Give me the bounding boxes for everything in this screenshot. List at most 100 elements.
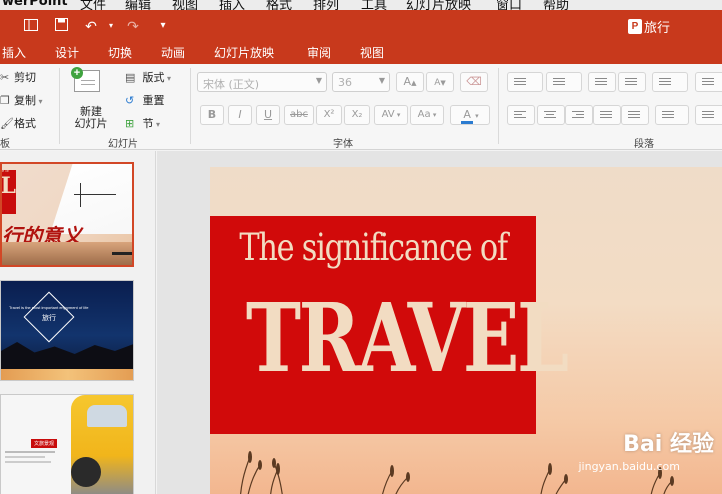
font-group-label: 字体 [333, 139, 353, 150]
slide-title: TRAVEL [245, 283, 569, 394]
change-case-label: Aa [417, 109, 431, 120]
menu-help[interactable]: 帮助 [543, 0, 569, 10]
slide-thumbnail-1[interactable]: L e of 行的意义 [0, 162, 134, 267]
document-icon: P [628, 19, 642, 34]
grow-font-label: A [403, 75, 412, 88]
menu-window[interactable]: 窗口 [496, 0, 522, 10]
tab-animations[interactable]: 动画 [161, 44, 185, 61]
section-icon: ⊞ [125, 117, 135, 130]
menu-arrange[interactable]: 排列 [313, 0, 339, 10]
justify-button[interactable] [593, 105, 621, 125]
font-color-button[interactable]: A ▾ [450, 105, 490, 125]
font-name-select[interactable]: 宋体 (正文) ▼ [197, 72, 327, 92]
slide-subtitle: The significance of [239, 226, 508, 269]
align-right-button[interactable] [565, 105, 593, 125]
thumb3-badge: 文旅景观 [31, 439, 58, 448]
columns-button[interactable] [695, 72, 722, 92]
align-left-icon [514, 111, 526, 120]
save-icon[interactable] [50, 16, 72, 36]
increase-indent-button[interactable] [618, 72, 646, 92]
chevron-down-icon: ▼ [378, 76, 385, 85]
eraser-icon: ⌫ [466, 75, 482, 88]
slide-thumbnail-3[interactable]: 文旅景观 [0, 394, 134, 494]
tab-slideshow[interactable]: 幻灯片放映 [214, 44, 274, 61]
subscript-button[interactable]: X₂ [344, 105, 370, 125]
change-case-button[interactable]: Aa ▾ [410, 105, 444, 125]
outdent-icon [595, 78, 607, 87]
menu-bar: werPoint 文件 编辑 视图 插入 格式 排列 工具 幻灯片放映 窗口 帮… [0, 0, 722, 10]
line-spacing-button[interactable] [652, 72, 688, 92]
font-color-label: A [461, 108, 473, 124]
font-size-select[interactable]: 36 ▼ [332, 72, 390, 92]
tab-transitions[interactable]: 切换 [108, 44, 132, 61]
tab-review[interactable]: 审阅 [307, 44, 331, 61]
copy-label: 复制 [14, 94, 36, 107]
menu-file[interactable]: 文件 [80, 0, 106, 10]
format-painter-button[interactable]: 🖌格式 [0, 115, 36, 131]
menu-app-name[interactable]: werPoint [2, 0, 68, 9]
undo-icon[interactable]: ↶ [80, 16, 102, 36]
brush-icon: 🖌 [0, 117, 14, 130]
bullet-list-icon [514, 78, 526, 87]
superscript-button[interactable]: X² [316, 105, 342, 125]
new-slide-button[interactable]: + 新建 幻灯片 [68, 67, 114, 132]
shrink-font-button[interactable]: A▼ [426, 72, 454, 92]
align-center-icon [544, 111, 556, 120]
layout-button[interactable]: ▤ 版式 ▾ [125, 69, 171, 85]
italic-button[interactable]: I [228, 105, 252, 125]
align-left-button[interactable] [507, 105, 535, 125]
numbered-list-icon [553, 78, 565, 87]
char-spacing-label: AV [381, 109, 395, 120]
tab-design[interactable]: 设计 [55, 44, 79, 61]
copy-button[interactable]: ❐ 复制 ▾ [0, 92, 43, 108]
align-text-button[interactable] [695, 105, 722, 125]
new-slide-icon: + [71, 67, 100, 92]
menu-insert[interactable]: 插入 [219, 0, 245, 10]
align-text-icon [702, 111, 714, 120]
undo-dropdown-icon[interactable]: ▾ [100, 16, 122, 36]
align-right-icon [572, 111, 584, 120]
numbering-button[interactable] [546, 72, 582, 92]
font-size-value: 36 [338, 76, 352, 89]
slide-thumbnail-2[interactable]: Travel is the most important enjoyment o… [0, 280, 134, 381]
reset-icon: ↺ [125, 94, 135, 107]
justify-icon [600, 111, 612, 120]
thumb1-letter: L [0, 173, 16, 199]
grow-font-button[interactable]: A▲ [396, 72, 424, 92]
slide-thumbnail-pane: L e of 行的意义 Travel is the most important… [0, 151, 156, 494]
bold-button[interactable]: B [200, 105, 224, 125]
underline-button[interactable]: U [256, 105, 280, 125]
customize-toolbar-icon[interactable]: ▾ [152, 16, 174, 36]
strikethrough-button[interactable]: abc [284, 105, 314, 125]
tab-insert[interactable]: 插入 [2, 44, 26, 61]
char-spacing-button[interactable]: AV ▾ [374, 105, 408, 125]
title-bar: ↶ ▾ ↷ ▾ P 旅行 [0, 10, 722, 40]
menu-edit[interactable]: 编辑 [125, 0, 151, 10]
reset-label: 重置 [142, 94, 165, 107]
powerpoint-window: werPoint 文件 编辑 视图 插入 格式 排列 工具 幻灯片放映 窗口 帮… [0, 0, 722, 494]
tab-view[interactable]: 视图 [360, 44, 384, 61]
decrease-indent-button[interactable] [588, 72, 616, 92]
scissors-icon: ✂ [0, 71, 10, 84]
clear-formatting-button[interactable]: ⌫ [460, 72, 488, 92]
cut-button[interactable]: ✂ 剪切 [0, 69, 36, 85]
bullets-button[interactable] [507, 72, 543, 92]
text-direction-button[interactable] [655, 105, 689, 125]
sidebar-toggle-icon[interactable] [20, 16, 42, 36]
distributed-icon [628, 111, 640, 120]
menu-format[interactable]: 格式 [266, 0, 292, 10]
redo-icon[interactable]: ↷ [122, 16, 144, 36]
section-button[interactable]: ⊞ 节 ▾ [125, 115, 160, 131]
menu-view[interactable]: 视图 [172, 0, 198, 10]
paragraph-group-label: 段落 [634, 139, 654, 150]
align-center-button[interactable] [537, 105, 565, 125]
reset-button[interactable]: ↺ 重置 [125, 92, 165, 108]
text-direction-icon [662, 111, 674, 120]
menu-tools[interactable]: 工具 [361, 0, 387, 10]
distributed-button[interactable] [621, 105, 649, 125]
menu-slideshow[interactable]: 幻灯片放映 [406, 0, 471, 10]
chevron-down-icon: ▼ [315, 76, 322, 85]
slides-group-label: 幻灯片 [108, 139, 138, 150]
line-spacing-icon [659, 78, 671, 87]
title-text-box[interactable]: The significance of TRAVEL [210, 216, 569, 434]
